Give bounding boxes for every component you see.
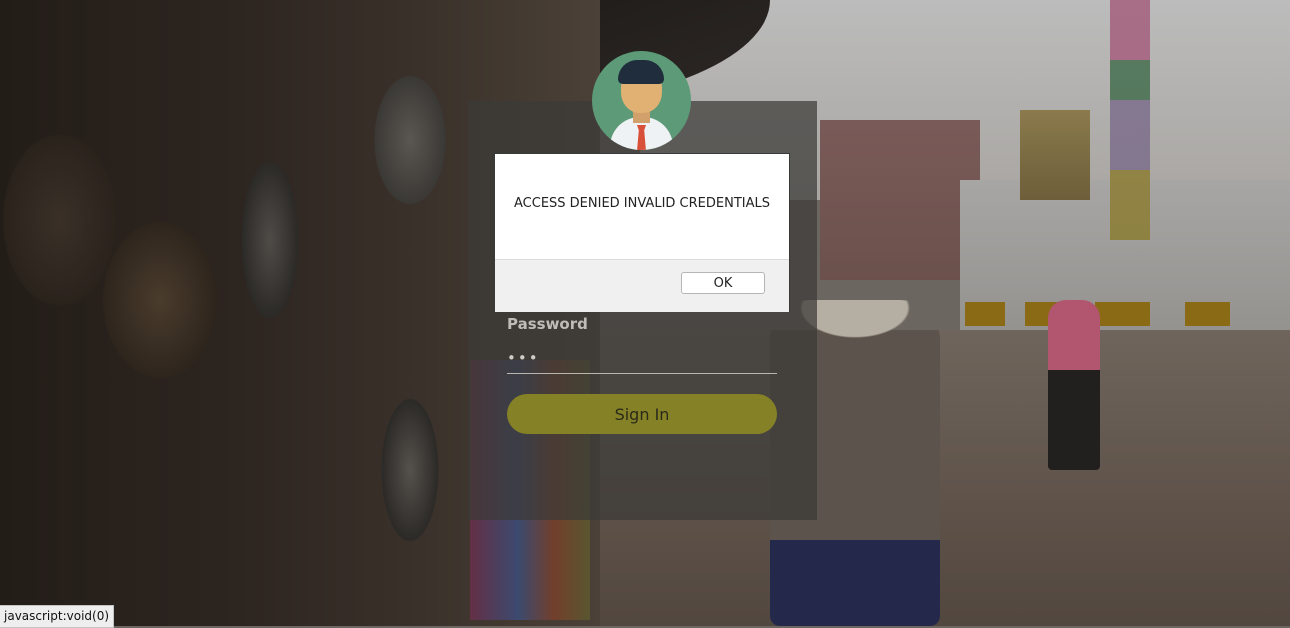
bg-person-pink-shirt xyxy=(1048,300,1100,470)
sign-in-button[interactable]: Sign In xyxy=(507,394,777,434)
alert-footer: OK xyxy=(495,259,789,312)
bg-prayer-flag xyxy=(1110,0,1150,240)
password-input[interactable] xyxy=(507,342,777,374)
alert-message: ACCESS DENIED INVALID CREDENTIALS xyxy=(514,196,770,211)
bg-stripe xyxy=(1095,302,1150,326)
user-avatar-icon xyxy=(592,51,691,150)
status-bar-url: javascript:void(0) xyxy=(0,605,115,628)
bg-stupa xyxy=(1020,110,1090,200)
alert-dialog: ACCESS DENIED INVALID CREDENTIALS OK xyxy=(494,153,790,312)
ok-button[interactable]: OK xyxy=(681,272,765,294)
bg-stripe xyxy=(965,302,1005,326)
bg-stripe xyxy=(1185,302,1230,326)
password-label: Password xyxy=(507,315,588,333)
bg-building-left xyxy=(820,120,980,280)
